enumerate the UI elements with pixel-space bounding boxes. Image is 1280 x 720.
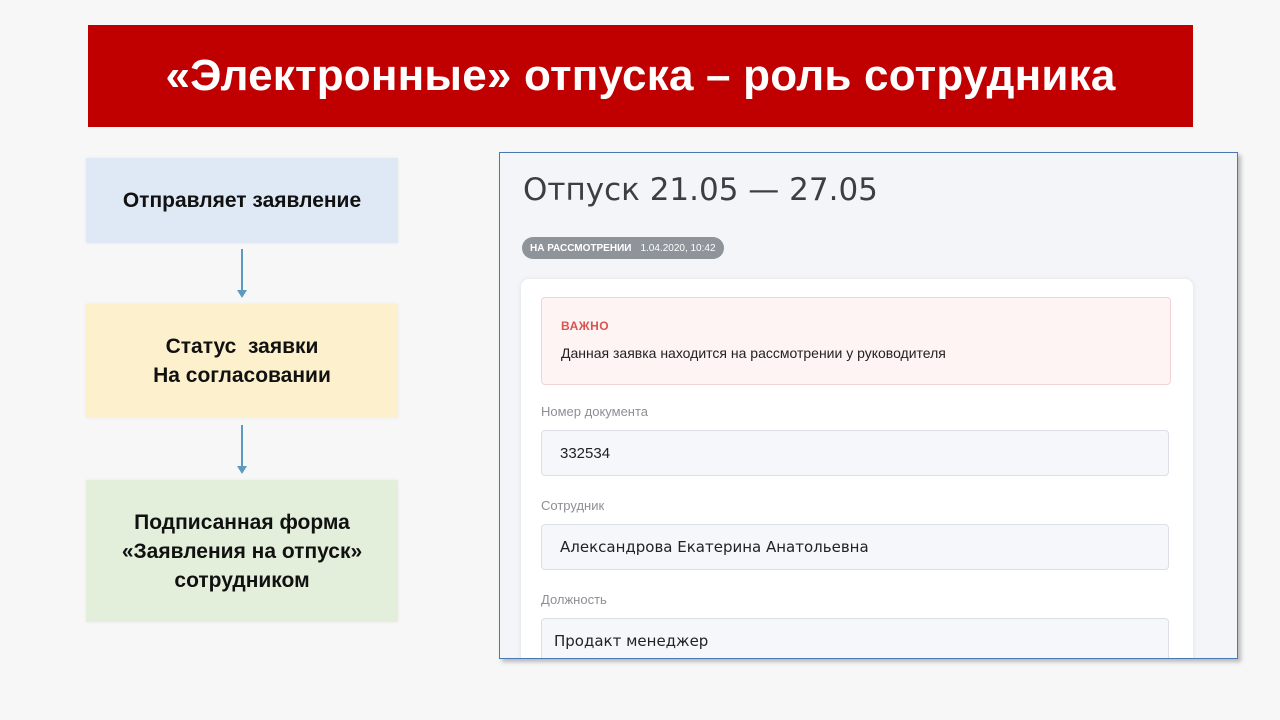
doc-number-label: Номер документа	[541, 404, 649, 419]
position-field[interactable]: Продакт менеджер	[541, 618, 1169, 658]
status-badge-datetime: 1.04.2020, 10:42	[640, 242, 716, 254]
status-badge: НА РАССМОТРЕНИИ 1.04.2020, 10:42	[522, 237, 724, 259]
vacation-request-card: ВАЖНО Данная заявка находится на рассмот…	[521, 279, 1193, 658]
employee-label: Сотрудник	[541, 498, 605, 513]
employee-field[interactable]: Александрова Екатерина Анатольевна	[541, 524, 1169, 570]
flow-step-signed-form: Подписанная форма «Заявления на отпуск» …	[86, 480, 398, 622]
slide: «Электронные» отпуска – роль сотрудника …	[0, 0, 1280, 720]
flow-step-3-line-3: сотрудником	[174, 568, 310, 592]
flow-step-2-line-2: На согласовании	[153, 364, 331, 387]
alert-text: Данная заявка находится на рассмотрении …	[561, 345, 946, 361]
flow-step-2-line-1: Статус заявки	[165, 335, 319, 358]
flow-step-3-line-2: «Заявления на отпуск»	[121, 539, 363, 563]
alert-title: ВАЖНО	[561, 319, 610, 333]
flow-step-request-status: Статус заявки На согласовании	[86, 304, 398, 418]
slide-title: «Электронные» отпуска – роль сотрудника	[165, 51, 1116, 100]
slide-title-bar: «Электронные» отпуска – роль сотрудника	[88, 25, 1193, 127]
status-badge-label: НА РАССМОТРЕНИИ	[530, 242, 632, 254]
flow-step-3-line-1: Подписанная форма	[134, 510, 350, 534]
app-screenshot-panel: Отпуск 21.05 — 27.05 НА РАССМОТРЕНИИ 1.0…	[499, 152, 1238, 659]
important-alert: ВАЖНО Данная заявка находится на рассмот…	[541, 297, 1171, 385]
flow-arrow-down-icon	[237, 425, 247, 475]
flow-arrow-down-icon	[237, 249, 247, 299]
position-label: Должность	[541, 592, 607, 607]
flow-step-1-text: Отправляет заявление	[122, 189, 362, 212]
vacation-page-title: Отпуск 21.05 — 27.05	[523, 172, 878, 208]
flow-step-send-application: Отправляет заявление	[86, 158, 398, 243]
doc-number-field[interactable]: 332534	[541, 430, 1169, 476]
